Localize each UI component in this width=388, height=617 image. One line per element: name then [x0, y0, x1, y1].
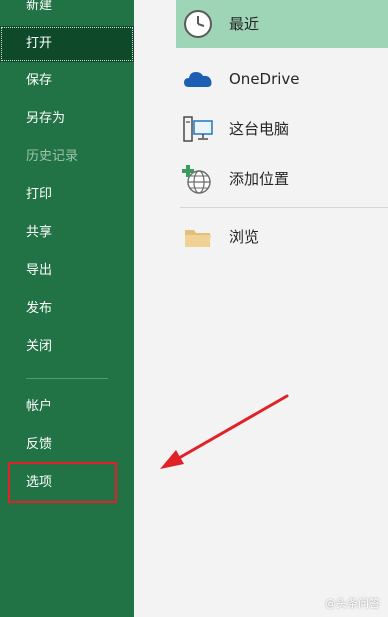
sidebar-item-feedback[interactable]: 反馈 [0, 427, 134, 463]
backstage-sidebar: 新建 打开 保存 另存为 历史记录 打印 共享 导出 发布 关闭 帐户 反馈 选… [0, 0, 134, 617]
clock-icon [182, 8, 214, 40]
annotation-arrow [160, 394, 289, 469]
computer-icon [182, 113, 214, 145]
sidebar-item-new[interactable]: 新建 [0, 0, 134, 24]
sidebar-item-save[interactable]: 保存 [0, 63, 134, 99]
location-browse[interactable]: 浏览 [176, 213, 388, 261]
location-add-place[interactable]: 添加位置 [176, 155, 388, 203]
sidebar-item-save-as[interactable]: 另存为 [0, 101, 134, 137]
location-label: 最近 [229, 15, 260, 33]
location-label: 添加位置 [229, 170, 290, 188]
globe-add-icon [182, 163, 214, 195]
location-label: 这台电脑 [229, 120, 290, 138]
cloud-icon [182, 63, 214, 95]
folder-icon [182, 221, 214, 253]
watermark: @头条问答 [325, 597, 380, 610]
sidebar-item-export[interactable]: 导出 [0, 253, 134, 289]
sidebar-item-share[interactable]: 共享 [0, 215, 134, 251]
sidebar-item-open[interactable]: 打开 [0, 26, 134, 62]
location-onedrive[interactable]: OneDrive [176, 55, 388, 103]
sidebar-item-publish[interactable]: 发布 [0, 291, 134, 327]
location-this-pc[interactable]: 这台电脑 [176, 105, 388, 153]
sidebar-item-print[interactable]: 打印 [0, 177, 134, 213]
location-label: OneDrive [229, 70, 300, 88]
sidebar-item-close[interactable]: 关闭 [0, 329, 134, 365]
options-highlight-box [8, 462, 117, 503]
sidebar-divider [26, 378, 108, 379]
location-divider [180, 207, 388, 208]
sidebar-item-account[interactable]: 帐户 [0, 389, 134, 425]
location-recent[interactable]: 最近 [176, 0, 388, 48]
sidebar-item-history: 历史记录 [26, 149, 79, 164]
location-label: 浏览 [229, 228, 260, 246]
